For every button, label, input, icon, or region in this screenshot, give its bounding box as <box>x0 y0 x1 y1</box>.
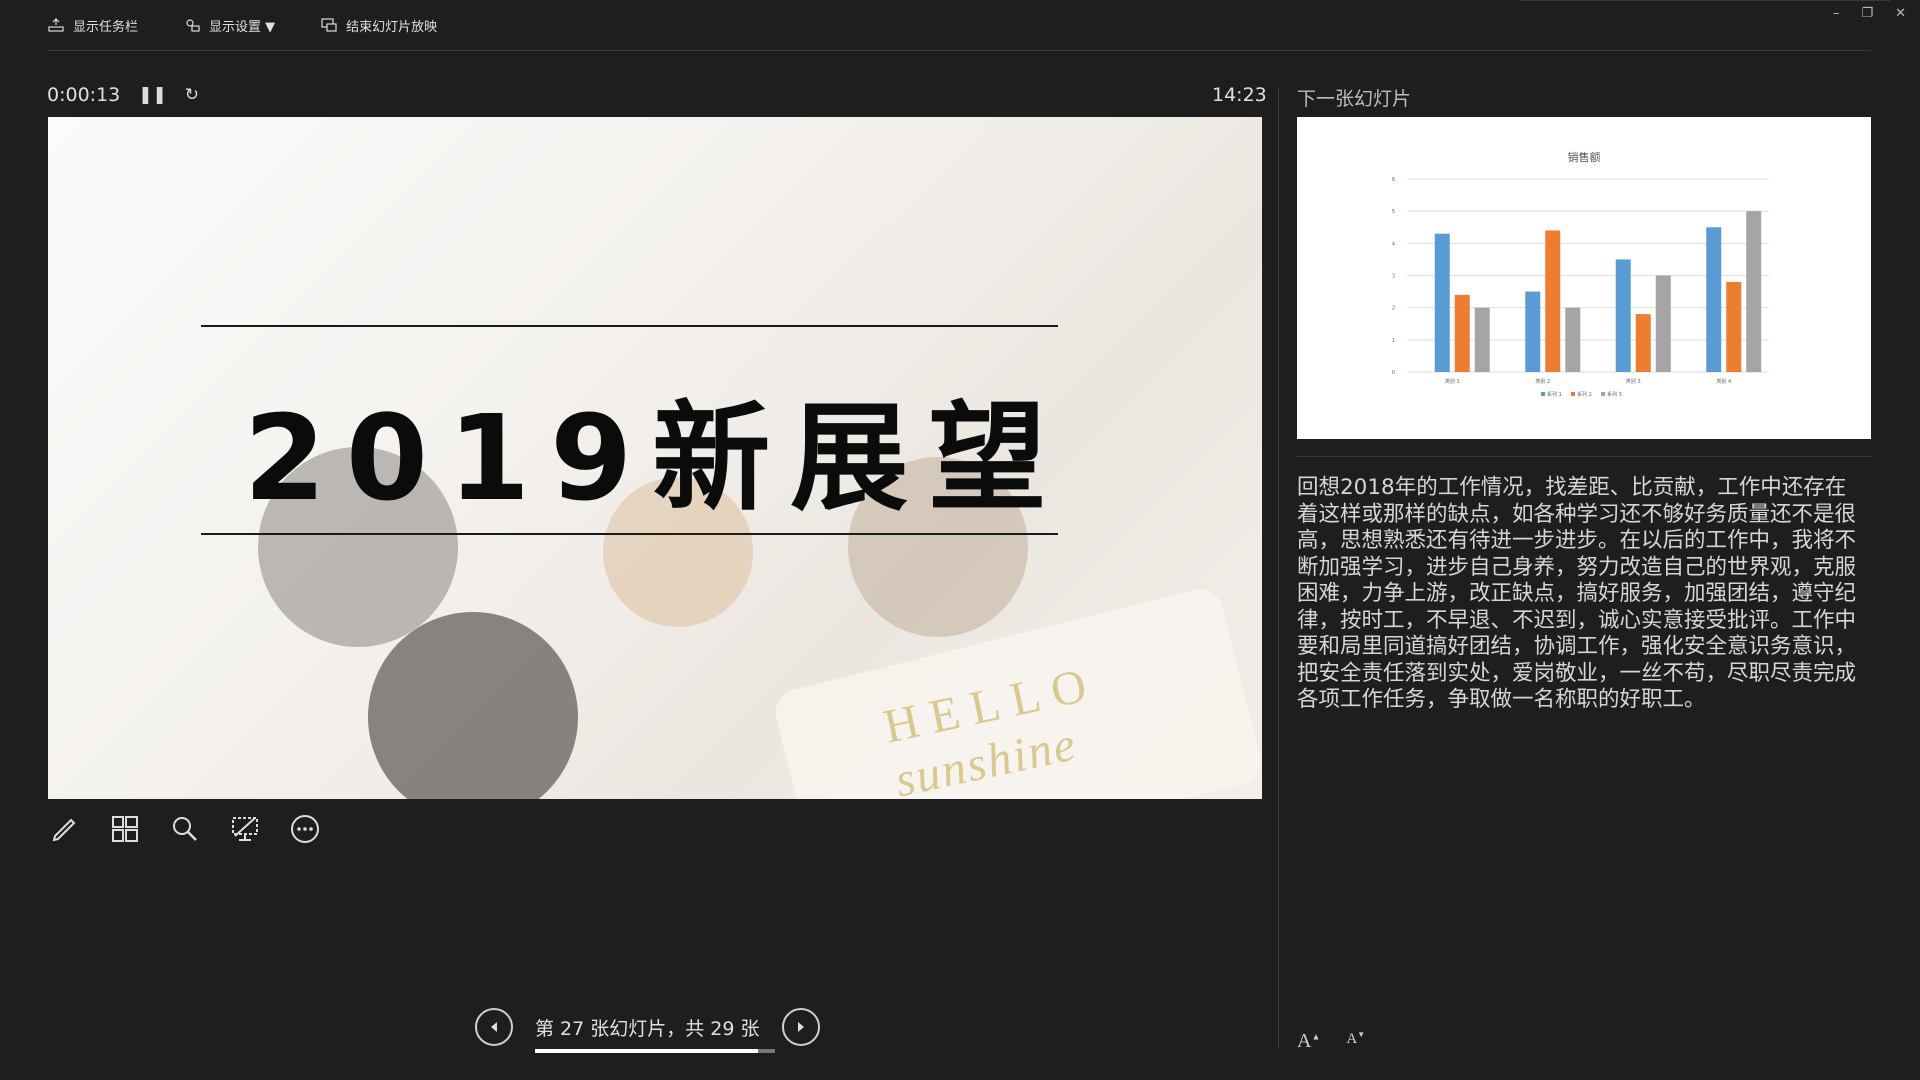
chart-ytick-label: 5 <box>1392 209 1395 215</box>
current-slide[interactable]: 2019新展望 HELLO sunshine <box>48 117 1262 799</box>
chart-ytick-label: 3 <box>1392 274 1395 280</box>
speaker-notes[interactable]: 回想2018年的工作情况，找差距、比贡献，工作中还存在着这样或那样的缺点，如各种… <box>1297 475 1865 714</box>
chart-legend-swatch <box>1601 392 1605 396</box>
pen-icon[interactable] <box>48 812 82 846</box>
font-size-controls: A▲ A▼ <box>1297 1030 1365 1053</box>
chart-bar <box>1454 294 1470 372</box>
chart-ytick-label: 0 <box>1392 370 1395 376</box>
end-show-button[interactable]: 结束幻灯片放映 <box>320 16 437 35</box>
slide-title: 2019新展望 <box>243 389 1067 527</box>
pause-icon[interactable]: ❚❚ <box>138 85 167 105</box>
chart-ytick-label: 1 <box>1392 338 1395 344</box>
next-slide-button[interactable] <box>781 1008 820 1046</box>
end-show-label: 结束幻灯片放映 <box>346 19 438 35</box>
minimize-button[interactable]: – <box>1833 6 1840 21</box>
sales-chart: 销售额 0 1 2 3 4 5 6 类别 1 类别 2 类别 3 类别 4 系列 1 系列 2 系列 3 <box>1392 150 1769 398</box>
increase-font-button[interactable]: A▲ <box>1297 1030 1320 1053</box>
chart-legend-swatch <box>1571 392 1575 396</box>
chart-legend-swatch <box>1541 392 1545 396</box>
slide-navigation: 第 27 张幻灯片，共 29 张 <box>475 1008 820 1053</box>
slide-progress-fill <box>535 1048 759 1053</box>
increase-font-label: A <box>1297 1030 1312 1052</box>
window-controls: – ❐ ✕ <box>1833 6 1906 21</box>
show-taskbar-label: 显示任务栏 <box>73 19 139 35</box>
restart-icon[interactable]: ↻ <box>185 85 199 105</box>
chevron-left-icon <box>491 1022 497 1032</box>
display-settings-label: 显示设置 ▼ <box>209 19 276 35</box>
chart-title: 销售额 <box>1568 150 1601 164</box>
more-icon[interactable] <box>288 812 322 846</box>
title-divider <box>1520 0 1890 1</box>
end-show-icon <box>321 18 337 32</box>
slide-progress-bar <box>535 1048 775 1053</box>
magnifier-icon[interactable] <box>168 812 202 846</box>
chart-xtick-label: 类别 3 <box>1626 378 1641 385</box>
chart-legend-label: 系列 1 <box>1547 391 1562 398</box>
chevron-right-icon <box>797 1022 804 1032</box>
chart-bar <box>1525 291 1541 372</box>
chart-ytick-label: 2 <box>1392 306 1395 312</box>
decrease-font-button[interactable]: A▼ <box>1346 1030 1365 1053</box>
chart-xtick-label: 类别 1 <box>1445 378 1460 385</box>
chart-bar <box>1706 227 1722 372</box>
show-taskbar-button[interactable]: 显示任务栏 <box>47 16 138 35</box>
taskbar-icon <box>48 18 64 32</box>
close-button[interactable]: ✕ <box>1895 6 1906 21</box>
restore-button[interactable]: ❐ <box>1861 6 1873 21</box>
decrease-font-label: A <box>1346 1031 1358 1047</box>
presenter-toolbar: 显示任务栏 显示设置 ▼ 结束幻灯片放映 <box>0 0 1920 50</box>
screen-icon[interactable] <box>228 812 262 846</box>
chart-ytick-label: 6 <box>1392 177 1395 183</box>
slide-tools <box>48 812 322 846</box>
chart-bar <box>1545 230 1561 372</box>
next-slide-label: 下一张幻灯片 <box>1297 88 1412 110</box>
chart-bar <box>1474 307 1490 372</box>
chart-xtick-label: 类别 2 <box>1535 378 1550 385</box>
slide-timer: 0:00:13 ❚❚ ↻ <box>47 84 199 106</box>
chart-bar <box>1726 281 1742 372</box>
title-bottom-rule <box>201 533 1058 535</box>
current-clock: 14:23 <box>1212 84 1267 106</box>
settings-icon <box>186 19 200 32</box>
next-slide-preview[interactable]: 销售额 0 1 2 3 4 5 6 类别 1 类别 2 类别 3 类别 4 系列 1 系列 2 系列 3 <box>1297 117 1871 439</box>
chart-bar <box>1615 259 1631 372</box>
chart-ytick-label: 4 <box>1392 241 1395 247</box>
chart-bar <box>1434 233 1450 372</box>
title-top-rule <box>201 325 1058 327</box>
pane-divider[interactable] <box>1278 88 1279 1048</box>
chart-legend-label: 系列 2 <box>1577 391 1592 398</box>
grid-icon[interactable] <box>108 812 142 846</box>
chart-bar <box>1655 275 1671 372</box>
elapsed-time: 0:00:13 <box>47 84 121 106</box>
slide-counter: 第 27 张幻灯片，共 29 张 <box>535 1014 775 1053</box>
toolbar-divider <box>47 50 1871 51</box>
display-settings-button[interactable]: 显示设置 ▼ <box>183 16 275 35</box>
chart-bar <box>1565 307 1581 372</box>
chart-legend-label: 系列 3 <box>1607 391 1622 398</box>
chart-bar <box>1635 314 1651 372</box>
chart-xtick-label: 类别 4 <box>1716 378 1731 385</box>
chart-bar <box>1746 211 1762 372</box>
black-mug-image <box>368 612 578 799</box>
previous-slide-button[interactable] <box>475 1008 513 1046</box>
notes-divider <box>1297 456 1871 457</box>
slide-counter-text: 第 27 张幻灯片，共 29 张 <box>535 1017 760 1040</box>
